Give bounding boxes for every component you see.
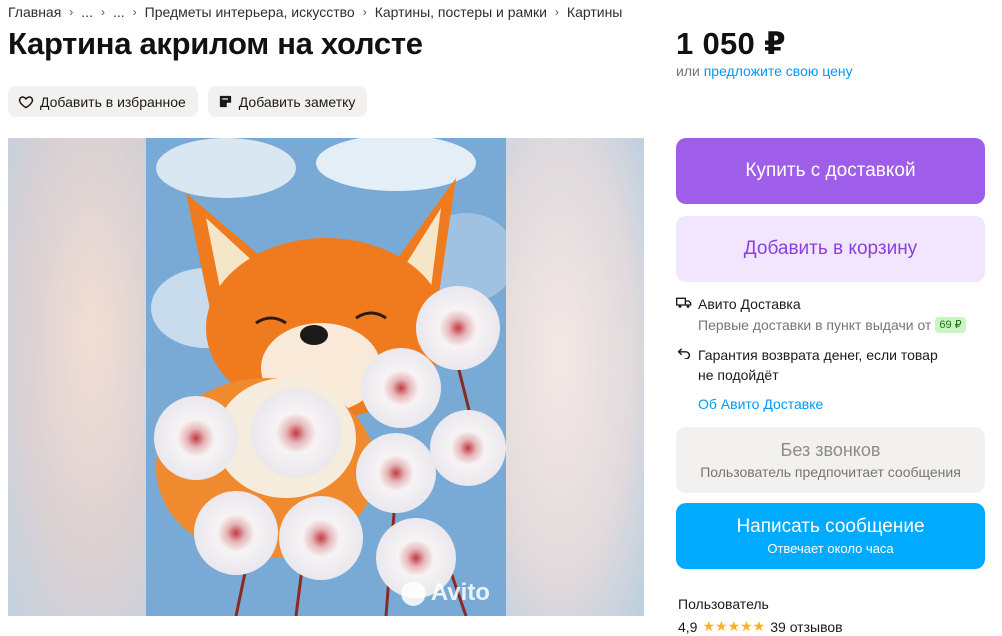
- star-rating-icon: ★★★★★: [702, 618, 766, 634]
- add-favorite-button[interactable]: Добавить в избранное: [8, 86, 198, 117]
- add-note-label: Добавить заметку: [238, 93, 356, 110]
- buy-with-delivery-button[interactable]: Купить с доставкой: [676, 138, 985, 204]
- offer-price-link[interactable]: предложите свою цену: [704, 63, 853, 79]
- chevron-right-icon: ›: [132, 5, 137, 19]
- price: 1 050 ₽: [676, 26, 786, 61]
- breadcrumb-item-paintings[interactable]: Картины: [567, 4, 622, 20]
- delivery-subtitle-text: Первые доставки в пункт выдачи от: [698, 317, 932, 333]
- about-delivery-link[interactable]: Об Авито Доставке: [698, 394, 996, 414]
- seller-rating: 4,9 ★★★★★ 39 отзывов: [678, 618, 843, 635]
- seller-name[interactable]: Пользователь: [678, 596, 769, 612]
- delivery-subtitle: Первые доставки в пункт выдачи от 69 ₽: [698, 315, 966, 335]
- breadcrumb-item-paintings-posters[interactable]: Картины, постеры и рамки: [375, 4, 547, 20]
- no-calls-title: Без звонков: [780, 440, 881, 460]
- add-note-button[interactable]: Добавить заметку: [207, 86, 368, 117]
- delivery-title: Авито Доставка: [698, 296, 801, 312]
- truck-icon: [676, 297, 692, 308]
- breadcrumb-item-collapsed-2[interactable]: ...: [113, 4, 125, 20]
- breadcrumb-item-collapsed-1[interactable]: ...: [81, 4, 93, 20]
- guarantee-line-1: Гарантия возврата денег, если товар: [698, 347, 938, 363]
- delivery-price-badge: 69 ₽: [935, 317, 966, 333]
- chevron-right-icon: ›: [362, 5, 367, 19]
- no-calls-notice: Без звонков Пользователь предпочитает со…: [676, 427, 985, 493]
- fox-painting-image: [146, 138, 506, 616]
- add-to-cart-label: Добавить в корзину: [743, 238, 918, 259]
- heart-icon: [18, 95, 34, 108]
- note-icon: [219, 95, 231, 108]
- write-message-label: Написать сообщение: [736, 516, 925, 537]
- avito-logo-icon: ⬤: [400, 579, 427, 606]
- return-arrow-icon: [677, 348, 691, 359]
- no-calls-subtitle: Пользователь предпочитает сообщения: [700, 464, 961, 480]
- gallery-blur-left: [8, 138, 148, 616]
- breadcrumb-item-interior[interactable]: Предметы интерьера, искусство: [145, 4, 355, 20]
- listing-actions: Добавить в избранное Добавить заметку: [8, 86, 368, 117]
- reviews-link[interactable]: 39 отзывов: [770, 619, 842, 635]
- chevron-right-icon: ›: [554, 5, 559, 19]
- add-to-cart-button[interactable]: Добавить в корзину: [676, 216, 985, 282]
- gallery-blur-right: [504, 138, 644, 616]
- avito-watermark: ⬤ Avito: [400, 578, 490, 607]
- guarantee-line-2: не подойдёт: [698, 367, 779, 383]
- write-message-button[interactable]: Написать сообщение Отвечает около часа: [676, 503, 985, 569]
- price-offer: или предложите свою цену: [676, 63, 853, 79]
- rating-value: 4,9: [678, 618, 698, 635]
- breadcrumb-item-home[interactable]: Главная: [8, 4, 61, 20]
- breadcrumb: Главная › ... › ... › Предметы интерьера…: [8, 4, 622, 20]
- buy-with-delivery-label: Купить с доставкой: [745, 160, 916, 181]
- avito-watermark-label: Avito: [430, 578, 490, 606]
- add-favorite-label: Добавить в избранное: [40, 93, 186, 110]
- photo-gallery[interactable]: ⬤ Avito: [8, 138, 644, 616]
- delivery-info: Авито Доставка Первые доставки в пункт в…: [676, 294, 996, 414]
- chevron-right-icon: ›: [100, 5, 105, 19]
- chevron-right-icon: ›: [69, 5, 74, 19]
- response-time-label: Отвечает около часа: [767, 541, 894, 556]
- page-title: Картина акрилом на холсте: [8, 26, 423, 61]
- offer-prefix: или: [676, 63, 700, 79]
